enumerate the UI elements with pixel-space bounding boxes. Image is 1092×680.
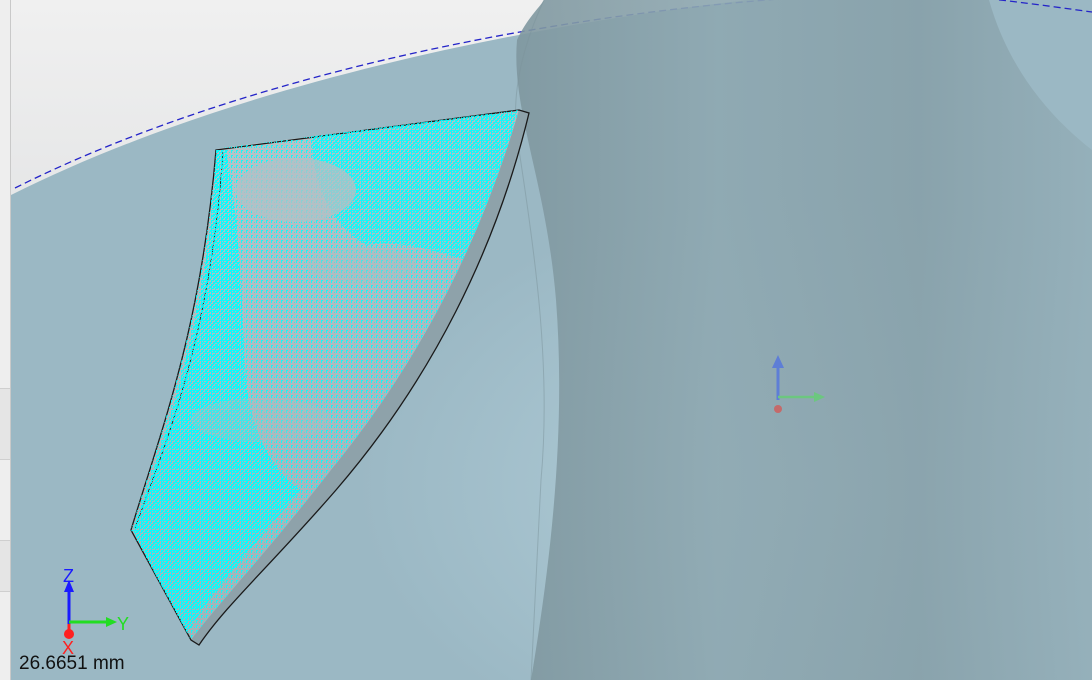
panel-splitter-upper[interactable] — [0, 388, 10, 460]
panel-splitter-lower[interactable] — [0, 540, 10, 592]
3d-viewport[interactable]: Z Y X 26.6651 mm — [11, 0, 1092, 680]
hub-cone — [516, 0, 1092, 680]
side-panel-edge — [0, 0, 11, 680]
scale-readout: 26.6651 mm — [19, 653, 125, 674]
model-view[interactable]: Z Y X — [11, 0, 1092, 680]
triad-y-label: Y — [117, 614, 129, 634]
cad-application: Z Y X 26.6651 mm — [0, 0, 1092, 680]
triad-z-label: Z — [63, 566, 74, 586]
